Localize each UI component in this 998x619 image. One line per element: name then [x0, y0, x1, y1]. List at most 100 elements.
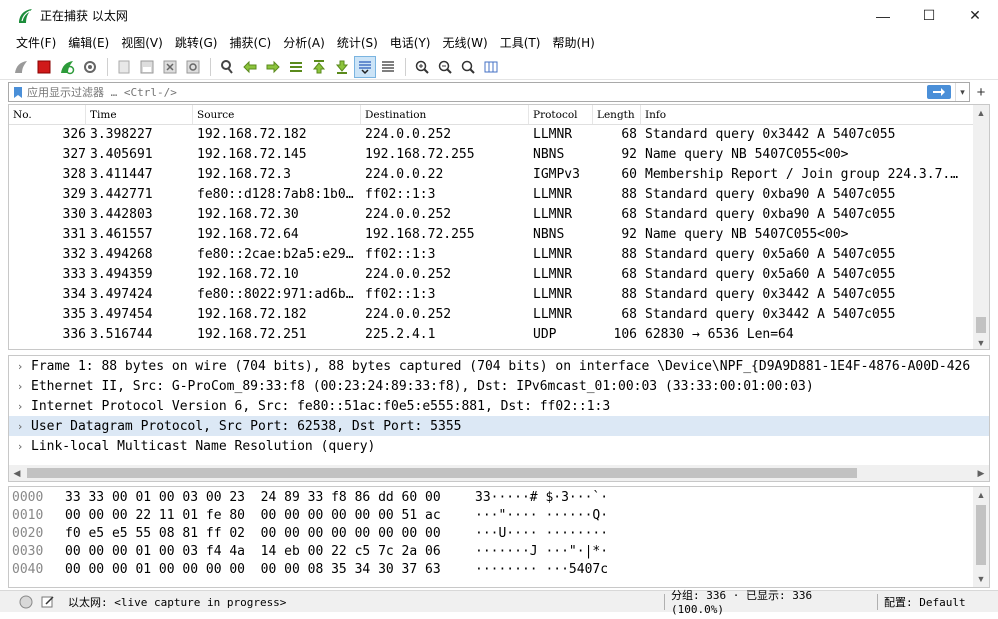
close-file-icon[interactable] — [159, 56, 181, 78]
bytes-row[interactable]: 0020 f0 e5 e5 55 08 81 ff 02 00 00 00 00 … — [9, 525, 989, 543]
scrollbar-thumb[interactable] — [976, 505, 986, 565]
toolbar-separator — [210, 58, 211, 76]
packet-row[interactable]: 334 3.497424 fe80::8022:971:ad6b… ff02::1:3… — [9, 285, 989, 305]
menu-analyze[interactable]: 分析(A) — [277, 31, 331, 55]
shark-fin-start-icon[interactable] — [10, 56, 32, 78]
packet-row[interactable]: 328 3.411447 192.168.72.3 224.0.0.22 IGMPv3 6… — [9, 165, 989, 185]
bytes-row[interactable]: 0040 00 00 00 01 00 00 00 00 00 00 08 35 … — [9, 561, 989, 579]
packet-no: 329 — [62, 187, 86, 202]
column-header-source[interactable]: Source — [193, 105, 361, 124]
column-header-info[interactable]: Info — [641, 105, 989, 124]
menu-statistics[interactable]: 统计(S) — [331, 31, 384, 55]
packet-list-rows: 326 3.398227 192.168.72.182 224.0.0.252 LLMN… — [9, 125, 989, 345]
apply-filter-arrow-icon[interactable] — [927, 85, 951, 99]
packet-list-scrollbar[interactable]: ▲ ▼ — [973, 105, 989, 349]
expand-chevron-icon[interactable]: › — [9, 360, 31, 373]
profile-text[interactable]: 配置: Default — [884, 594, 966, 610]
filter-history-chevron-icon[interactable]: ▾ — [955, 83, 969, 101]
save-file-icon[interactable] — [136, 56, 158, 78]
edit-comment-icon[interactable] — [40, 594, 56, 610]
column-header-time[interactable]: Time — [86, 105, 193, 124]
packet-no: 331 — [62, 227, 86, 242]
reload-file-icon[interactable] — [182, 56, 204, 78]
packet-row[interactable]: 329 3.442771 fe80::d128:7ab8:1b0… ff02::1:3… — [9, 185, 989, 205]
zoom-out-icon[interactable] — [434, 56, 456, 78]
go-last-icon[interactable] — [331, 56, 353, 78]
packet-row[interactable]: 336 3.516744 192.168.72.251 225.2.4.1 UDP 106… — [9, 325, 989, 345]
detail-row-udp[interactable]: › User Datagram Protocol, Src Port: 62538… — [9, 416, 989, 436]
scrollbar-thumb[interactable] — [976, 317, 986, 333]
autoscroll-icon[interactable] — [354, 56, 376, 78]
packet-source: 192.168.72.145 — [197, 147, 307, 162]
details-horizontal-scrollbar[interactable]: ◀ ▶ — [9, 465, 989, 481]
packet-row[interactable]: 332 3.494268 fe80::2cae:b2a5:e29… ff02::1:3… — [9, 245, 989, 265]
packet-info: Standard query 0x5a60 A 5407c055 — [645, 267, 896, 282]
scroll-up-icon[interactable]: ▲ — [973, 105, 989, 121]
packet-row[interactable]: 333 3.494359 192.168.72.10 224.0.0.252 LLMNR… — [9, 265, 989, 285]
expand-chevron-icon[interactable]: › — [9, 440, 31, 453]
find-packet-icon[interactable] — [216, 56, 238, 78]
open-file-icon[interactable] — [113, 56, 135, 78]
bytes-row[interactable]: 0000 33 33 00 01 00 03 00 23 24 89 33 f8 … — [9, 489, 989, 507]
scrollbar-thumb[interactable] — [27, 468, 857, 478]
scroll-down-icon[interactable]: ▼ — [973, 571, 989, 587]
byte-ascii: 33·····# $·3···`· — [475, 490, 609, 505]
bookmark-icon[interactable] — [9, 83, 27, 101]
packet-row[interactable]: 327 3.405691 192.168.72.145 192.168.72.255 N… — [9, 145, 989, 165]
menu-wireless[interactable]: 无线(W) — [437, 31, 494, 55]
menu-edit[interactable]: 编辑(E) — [62, 31, 115, 55]
detail-row-ethernet[interactable]: › Ethernet II, Src: G-ProCom_89:33:f8 (00… — [9, 376, 989, 396]
menu-help[interactable]: 帮助(H) — [546, 31, 600, 55]
resize-columns-icon[interactable] — [480, 56, 502, 78]
packet-time: 3.497454 — [90, 307, 153, 322]
packet-row[interactable]: 335 3.497454 192.168.72.182 224.0.0.252 LLMN… — [9, 305, 989, 325]
restart-capture-icon[interactable] — [56, 56, 78, 78]
scroll-left-icon[interactable]: ◀ — [9, 468, 25, 479]
display-filter-input[interactable] — [27, 83, 927, 101]
add-filter-button[interactable]: + — [972, 84, 990, 101]
packet-info: Membership Report / Join group 224.3.7.… — [645, 167, 959, 182]
stop-capture-icon[interactable] — [33, 56, 55, 78]
zoom-in-icon[interactable] — [411, 56, 433, 78]
minimize-button[interactable]: — — [860, 0, 906, 31]
go-first-icon[interactable] — [308, 56, 330, 78]
column-header-destination[interactable]: Destination — [361, 105, 529, 124]
column-header-protocol[interactable]: Protocol — [529, 105, 593, 124]
detail-row-frame[interactable]: › Frame 1: 88 bytes on wire (704 bits), 8… — [9, 356, 989, 376]
packet-destination: 224.0.0.252 — [365, 127, 452, 142]
capture-options-icon[interactable] — [79, 56, 101, 78]
menu-view[interactable]: 视图(V) — [115, 31, 169, 55]
scroll-down-icon[interactable]: ▼ — [973, 335, 989, 349]
maximize-button[interactable]: ☐ — [906, 0, 952, 31]
bytes-row[interactable]: 0010 00 00 00 22 11 01 fe 80 00 00 00 00 … — [9, 507, 989, 525]
packet-row[interactable]: 331 3.461557 192.168.72.64 192.168.72.255 NB… — [9, 225, 989, 245]
go-to-packet-icon[interactable] — [285, 56, 307, 78]
close-button[interactable]: ✕ — [952, 0, 998, 31]
bytes-scrollbar[interactable]: ▲ ▼ — [973, 487, 989, 587]
menu-go[interactable]: 跳转(G) — [169, 31, 224, 55]
menu-bar: 文件(F) 编辑(E) 视图(V) 跳转(G) 捕获(C) 分析(A) 统计(S… — [0, 31, 998, 55]
byte-ascii: ·······J ···"·|*· — [475, 544, 609, 559]
packet-source: 192.168.72.10 — [197, 267, 299, 282]
menu-capture[interactable]: 捕获(C) — [223, 31, 277, 55]
colorize-icon[interactable] — [377, 56, 399, 78]
scroll-up-icon[interactable]: ▲ — [973, 487, 989, 503]
expand-chevron-icon[interactable]: › — [9, 420, 31, 433]
menu-telephony[interactable]: 电话(Y) — [384, 31, 437, 55]
go-back-icon[interactable] — [239, 56, 261, 78]
detail-row-ipv6[interactable]: › Internet Protocol Version 6, Src: fe80:… — [9, 396, 989, 416]
zoom-normal-icon[interactable] — [457, 56, 479, 78]
menu-file[interactable]: 文件(F) — [10, 31, 62, 55]
column-header-no[interactable]: No. — [9, 105, 86, 124]
menu-tools[interactable]: 工具(T) — [494, 31, 547, 55]
byte-offset: 0030 — [12, 544, 44, 559]
column-header-length[interactable]: Length — [593, 105, 641, 124]
packet-row[interactable]: 326 3.398227 192.168.72.182 224.0.0.252 LLMN… — [9, 125, 989, 145]
detail-row-llmnr[interactable]: › Link-local Multicast Name Resolution (q… — [9, 436, 989, 456]
scroll-right-icon[interactable]: ▶ — [973, 468, 989, 479]
go-forward-icon[interactable] — [262, 56, 284, 78]
packet-row[interactable]: 330 3.442803 192.168.72.30 224.0.0.252 LLMNR… — [9, 205, 989, 225]
expand-chevron-icon[interactable]: › — [9, 380, 31, 393]
bytes-row[interactable]: 0030 00 00 00 01 00 03 f4 4a 14 eb 00 22 … — [9, 543, 989, 561]
expand-chevron-icon[interactable]: › — [9, 400, 31, 413]
